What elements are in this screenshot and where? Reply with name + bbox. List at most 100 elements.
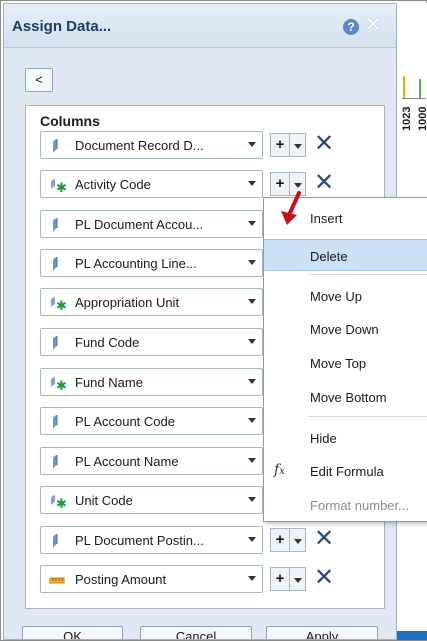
column-label: PL Document Accou...: [75, 217, 204, 232]
column-select[interactable]: PL Document Postin...: [40, 526, 263, 554]
menu-item-label: Format number...: [310, 498, 409, 513]
chart-bar: [419, 79, 421, 98]
add-column-button[interactable]: +: [270, 528, 290, 552]
chart-tick-label: 1023: [401, 106, 413, 131]
add-column-dropdown[interactable]: [290, 133, 306, 157]
hierarchy-icon: ✱: [49, 295, 67, 314]
menu-item-label: Move Up: [310, 289, 363, 304]
menu-item-label: Insert: [310, 211, 343, 226]
chevron-down-icon[interactable]: [248, 339, 256, 344]
column-select[interactable]: ✱ Activity Code: [40, 170, 263, 198]
menu-item-format-number: Format number...: [264, 489, 427, 521]
apply-button[interactable]: Apply: [266, 626, 378, 639]
column-label: Fund Code: [75, 335, 140, 350]
chevron-down-icon[interactable]: [248, 458, 256, 463]
chevron-down-icon[interactable]: [248, 181, 256, 186]
dimension-icon: [49, 533, 67, 549]
dimension-icon: [49, 414, 67, 430]
column-row: PL Document Postin... + ✕: [40, 525, 382, 554]
menu-item-label: Move Down: [310, 322, 379, 337]
chart-bar: [403, 76, 405, 98]
ok-button[interactable]: OK: [22, 626, 123, 639]
column-select[interactable]: PL Account Name: [40, 447, 263, 475]
measure-icon: [49, 572, 67, 588]
menu-item-move-up[interactable]: Move Up: [264, 280, 427, 312]
menu-item-hide[interactable]: Hide: [264, 422, 427, 454]
column-select[interactable]: ✱ Fund Name: [40, 368, 263, 396]
menu-item-move-bottom[interactable]: Move Bottom: [264, 381, 427, 413]
menu-separator: [308, 274, 427, 275]
chart-tick-label: 1000: [417, 106, 427, 131]
chevron-down-icon[interactable]: [248, 576, 256, 581]
svg-text:✱: ✱: [56, 181, 67, 193]
back-button[interactable]: <: [25, 68, 53, 92]
hierarchy-icon: ✱: [49, 177, 67, 196]
dialog-title: Assign Data...: [12, 18, 112, 35]
dimension-icon: [49, 335, 67, 351]
hierarchy-icon: ✱: [49, 375, 67, 394]
add-column-dropdown[interactable]: [290, 528, 306, 552]
dimension-icon: [49, 138, 67, 154]
column-label: Unit Code: [75, 493, 133, 508]
svg-text:✱: ✱: [56, 379, 67, 391]
chevron-down-icon[interactable]: [248, 142, 256, 147]
column-label: Activity Code: [75, 177, 151, 192]
svg-text:✱: ✱: [56, 497, 67, 509]
menu-item-label: Edit Formula: [310, 464, 384, 479]
remove-column-icon[interactable]: ✕: [312, 525, 336, 553]
remove-column-icon[interactable]: ✕: [312, 130, 336, 158]
column-select[interactable]: ✱ Unit Code: [40, 486, 263, 514]
cancel-button[interactable]: Cancel: [140, 626, 252, 639]
menu-separator: [308, 416, 427, 417]
chevron-down-icon[interactable]: [248, 537, 256, 542]
menu-item-label: Delete: [310, 249, 348, 264]
chevron-down-icon[interactable]: [248, 299, 256, 304]
pointer-arrow-icon: [281, 191, 301, 225]
chart-footer-bar: [397, 631, 427, 640]
column-row: Posting Amount + ✕: [40, 564, 382, 593]
column-label: PL Account Name: [75, 454, 179, 469]
column-select[interactable]: ✱ Appropriation Unit: [40, 288, 263, 316]
column-select[interactable]: Posting Amount: [40, 565, 263, 593]
add-column-dropdown[interactable]: [290, 567, 306, 591]
menu-item-edit-formula[interactable]: fx Edit Formula: [264, 455, 427, 487]
menu-item-label: Move Top: [310, 356, 367, 371]
column-label: Posting Amount: [75, 572, 167, 587]
menu-item-label: Move Bottom: [310, 390, 387, 405]
add-column-button[interactable]: +: [270, 133, 290, 157]
dimension-icon: [49, 454, 67, 470]
formula-icon: fx: [274, 462, 285, 478]
column-row: Document Record D... + ✕: [40, 130, 382, 159]
column-select[interactable]: PL Accounting Line...: [40, 249, 263, 277]
columns-heading: Columns: [40, 113, 100, 129]
menu-item-move-top[interactable]: Move Top: [264, 347, 427, 379]
close-icon[interactable]: ✕: [363, 14, 383, 36]
chevron-down-icon[interactable]: [248, 418, 256, 423]
hierarchy-icon: ✱: [49, 493, 67, 512]
column-label: PL Account Code: [75, 414, 175, 429]
menu-item-move-down[interactable]: Move Down: [264, 313, 427, 345]
screenshot-frame: 1023 1000 Assign Data... ? ✕ < Columns D…: [0, 0, 427, 641]
column-label: PL Accounting Line...: [75, 256, 197, 271]
chart-axis: [402, 98, 426, 99]
remove-column-icon[interactable]: ✕: [312, 564, 336, 592]
chevron-down-icon[interactable]: [248, 260, 256, 265]
dimension-icon: [49, 256, 67, 272]
help-icon[interactable]: ?: [343, 19, 359, 35]
column-label: PL Document Postin...: [75, 533, 204, 548]
svg-text:✱: ✱: [56, 299, 67, 311]
column-select[interactable]: Document Record D...: [40, 131, 263, 159]
chevron-down-icon[interactable]: [248, 221, 256, 226]
menu-item-delete[interactable]: Delete: [264, 239, 427, 271]
chevron-down-icon[interactable]: [248, 497, 256, 502]
menu-item-label: Hide: [310, 431, 337, 446]
column-select[interactable]: PL Document Accou...: [40, 210, 263, 238]
chevron-down-icon[interactable]: [248, 379, 256, 384]
add-column-button[interactable]: +: [270, 567, 290, 591]
column-context-menu: Insert Delete Move Up Move Down Move Top Move…: [263, 197, 427, 522]
remove-column-icon[interactable]: ✕: [312, 169, 336, 197]
dialog-titlebar[interactable]: Assign Data... ? ✕: [4, 4, 396, 48]
column-select[interactable]: Fund Code: [40, 328, 263, 356]
column-label: Document Record D...: [75, 138, 204, 153]
column-select[interactable]: PL Account Code: [40, 407, 263, 435]
